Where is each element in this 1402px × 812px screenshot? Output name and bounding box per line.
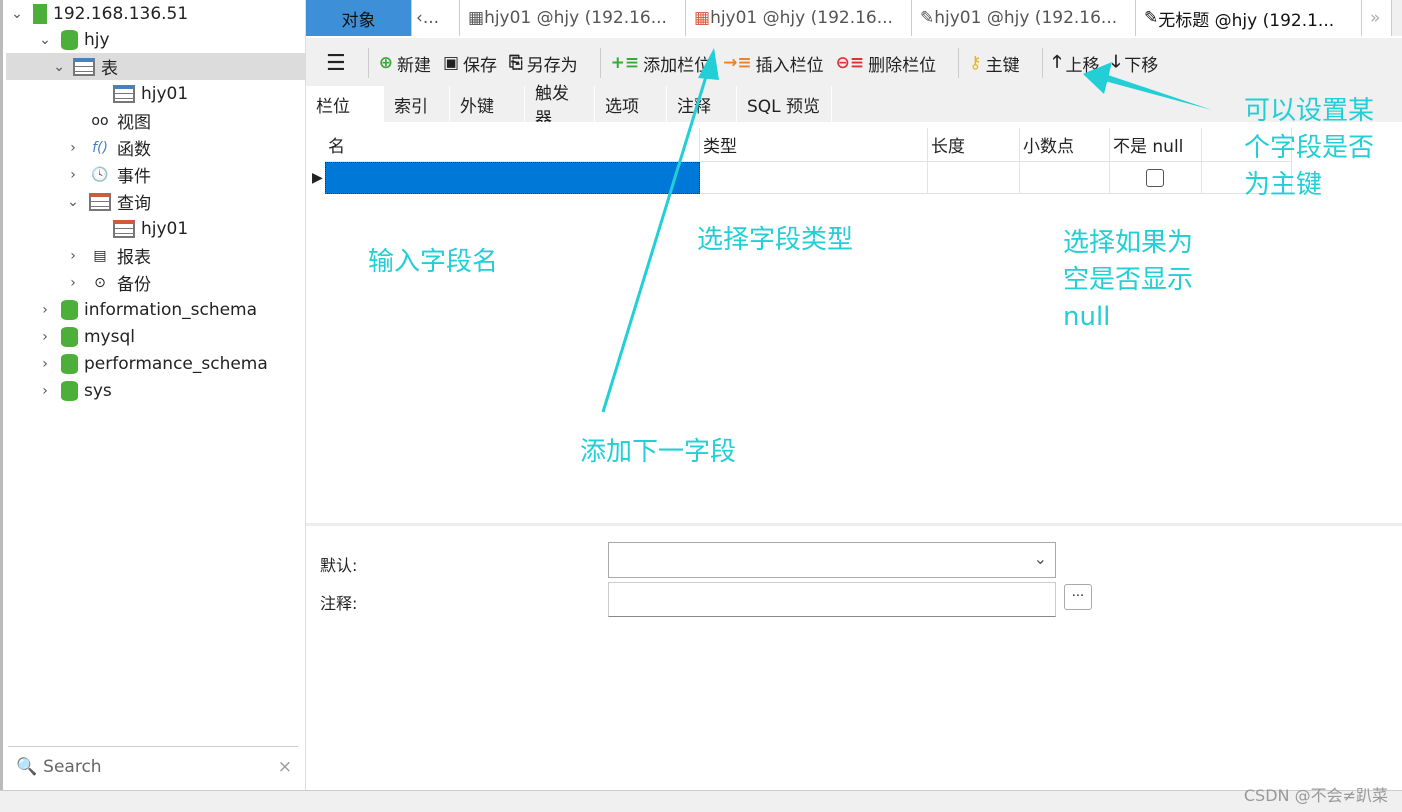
annotation-add-next: 添加下一字段 [580,437,737,467]
arrowhead-icon [1083,62,1112,94]
annotation-primary-key: 可以设置某个字段是否为主键 [1244,93,1374,204]
arrow-add-field [601,69,710,413]
arrow-primary-key [1101,74,1212,110]
annotation-field-name: 输入字段名 [368,247,499,277]
annotation-line: 个字段是否 [1244,133,1375,163]
annotation-null: 选择如果为空是否显示 null [1063,225,1193,336]
annotation-line: 空是否显示 [1063,265,1194,295]
annotation-arrows [601,48,1212,413]
arrowhead-icon [698,48,719,80]
annotation-line: null [1063,302,1111,332]
watermark: CSDN @不会≠趴菜 [1243,786,1388,805]
annotation-line: 可以设置某 [1244,96,1375,126]
annotation-line: 选择如果为 [1063,228,1194,258]
annotation-field-type: 选择字段类型 [697,225,854,255]
annotation-line: 为主键 [1244,170,1323,200]
